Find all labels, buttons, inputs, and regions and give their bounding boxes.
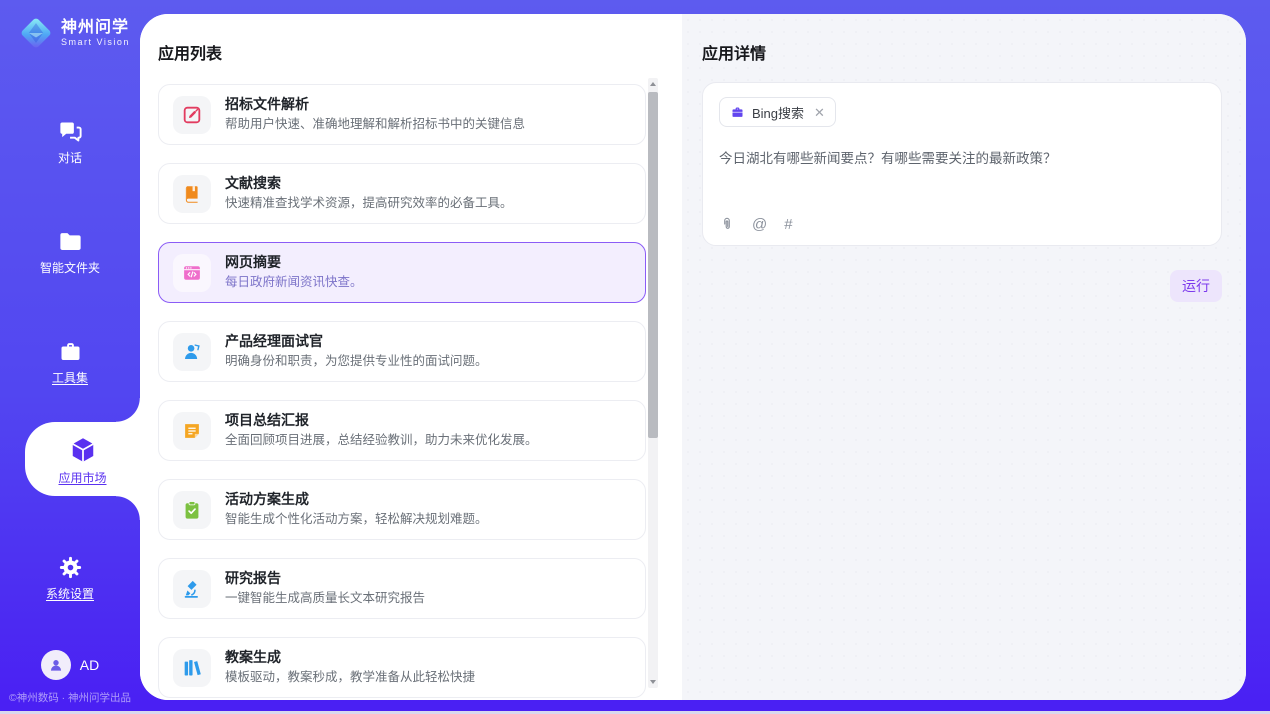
app-detail-panel: 应用详情 Bing搜索 ✕ 今日湖北有哪些新闻要点？有哪些需要关注的最新政策？ … <box>682 14 1246 700</box>
app-card-title: 研究报告 <box>225 570 425 587</box>
app-card-title: 教案生成 <box>225 649 475 666</box>
brand-diamond-icon <box>18 15 54 51</box>
app-card-desc: 智能生成个性化活动方案，轻松解决规划难题。 <box>225 512 488 528</box>
app-card[interactable]: 文献搜索 快速精准查找学术资源，提高研究效率的必备工具。 <box>158 163 646 224</box>
app-card[interactable]: 招标文件解析 帮助用户快速、准确地理解和解析招标书中的关键信息 <box>158 84 646 145</box>
app-list-title: 应用列表 <box>158 40 222 64</box>
sidebar-item-label: 智能文件夹 <box>40 262 100 274</box>
app-card-title: 活动方案生成 <box>225 491 488 508</box>
edit-doc-icon <box>173 96 211 134</box>
app-card-title: 网页摘要 <box>225 254 363 271</box>
app-logo: 神州问学 Smart Vision <box>18 15 130 51</box>
copyright-text: ©神州数码 · 神州问学出品 <box>0 690 140 705</box>
gear-icon <box>57 554 84 581</box>
browser-icon <box>173 254 211 292</box>
app-card[interactable]: 研究报告 一键智能生成高质量长文本研究报告 <box>158 558 646 619</box>
app-card-desc: 全面回顾项目进展，总结经验教训，助力未来优化发展。 <box>225 433 538 449</box>
sidebar-item-5[interactable]: 系统设置 <box>0 544 140 610</box>
scrollbar[interactable] <box>648 78 658 688</box>
scroll-down-icon[interactable] <box>648 676 658 688</box>
app-card-title: 项目总结汇报 <box>225 412 538 429</box>
scrollbar-thumb[interactable] <box>648 92 658 438</box>
hash-icon[interactable]: # <box>784 217 792 232</box>
app-card-desc: 快速精准查找学术资源，提高研究效率的必备工具。 <box>225 196 513 212</box>
attachment-icon[interactable] <box>719 216 735 232</box>
interviewer-icon <box>173 333 211 371</box>
brand-tagline: Smart Vision <box>61 37 130 47</box>
main-surface: 应用列表 招标文件解析 帮助用户快速、准确地理解和解析招标书中的关键信息 文献搜… <box>140 14 1246 700</box>
app-card-desc: 每日政府新闻资讯快查。 <box>225 275 363 291</box>
avatar <box>41 650 71 680</box>
app-card[interactable]: 产品经理面试官 明确身份和职责，为您提供专业性的面试问题。 <box>158 321 646 382</box>
app-card-desc: 一键智能生成高质量长文本研究报告 <box>225 591 425 607</box>
toolbox-icon <box>57 338 84 365</box>
sidebar-item-3[interactable]: 工具集 <box>0 328 140 394</box>
book-icon <box>173 175 211 213</box>
app-list-panel: 应用列表 招标文件解析 帮助用户快速、准确地理解和解析招标书中的关键信息 文献搜… <box>140 14 682 700</box>
note-icon <box>173 412 211 450</box>
app-card-desc: 明确身份和职责，为您提供专业性的面试问题。 <box>225 354 488 370</box>
close-icon[interactable]: ✕ <box>814 106 825 119</box>
app-card[interactable]: 活动方案生成 智能生成个性化活动方案，轻松解决规划难题。 <box>158 479 646 540</box>
folder-icon <box>57 228 84 255</box>
app-list: 招标文件解析 帮助用户快速、准确地理解和解析招标书中的关键信息 文献搜索 快速精… <box>158 84 646 700</box>
books-icon <box>173 649 211 687</box>
input-toolbar: @ # <box>719 216 793 232</box>
brand-name: 神州问学 <box>61 19 130 37</box>
sidebar-item-label: 对话 <box>58 152 82 164</box>
mention-icon[interactable]: @ <box>752 217 767 232</box>
app-detail-title: 应用详情 <box>702 40 1222 64</box>
prompt-card[interactable]: Bing搜索 ✕ 今日湖北有哪些新闻要点？有哪些需要关注的最新政策？ @ # <box>702 82 1222 246</box>
sidebar-item-label: 系统设置 <box>46 588 94 600</box>
sidebar-nav: 对话 智能文件夹 工具集 应用市场 系统设置 <box>0 108 140 610</box>
microscope-icon <box>173 570 211 608</box>
sidebar-item-1[interactable]: 对话 <box>0 108 140 174</box>
sidebar: 神州问学 Smart Vision 对话 智能文件夹 工具集 应用市场 系统设置… <box>0 0 140 714</box>
sidebar-item-label: 应用市场 <box>58 472 106 484</box>
clipboard-icon <box>173 491 211 529</box>
run-button[interactable]: 运行 <box>1170 270 1222 302</box>
chat-icon <box>57 118 84 145</box>
app-card-desc: 模板驱动，教案秒成，教学准备从此轻松快捷 <box>225 670 475 686</box>
query-input[interactable]: 今日湖北有哪些新闻要点？有哪些需要关注的最新政策？ <box>719 149 1205 169</box>
person-icon <box>47 656 65 674</box>
cube-icon <box>68 435 98 465</box>
app-card-title: 招标文件解析 <box>225 96 525 113</box>
app-card[interactable]: 网页摘要 每日政府新闻资讯快查。 <box>158 242 646 303</box>
user-initials: AD <box>80 657 99 673</box>
app-card[interactable]: 项目总结汇报 全面回顾项目进展，总结经验教训，助力未来优化发展。 <box>158 400 646 461</box>
briefcase-icon <box>730 105 745 120</box>
tool-tag-bing[interactable]: Bing搜索 ✕ <box>719 97 836 127</box>
app-card-desc: 帮助用户快速、准确地理解和解析招标书中的关键信息 <box>225 117 525 133</box>
user-row[interactable]: AD <box>0 650 140 680</box>
sidebar-item-4[interactable]: 应用市场 <box>25 422 140 496</box>
scroll-up-icon[interactable] <box>648 78 658 90</box>
tool-tag-label: Bing搜索 <box>752 103 804 122</box>
app-card-title: 产品经理面试官 <box>225 333 488 350</box>
app-card[interactable]: 教案生成 模板驱动，教案秒成，教学准备从此轻松快捷 <box>158 637 646 698</box>
app-card-title: 文献搜索 <box>225 175 513 192</box>
sidebar-item-2[interactable]: 智能文件夹 <box>0 218 140 284</box>
sidebar-item-label: 工具集 <box>52 372 88 384</box>
